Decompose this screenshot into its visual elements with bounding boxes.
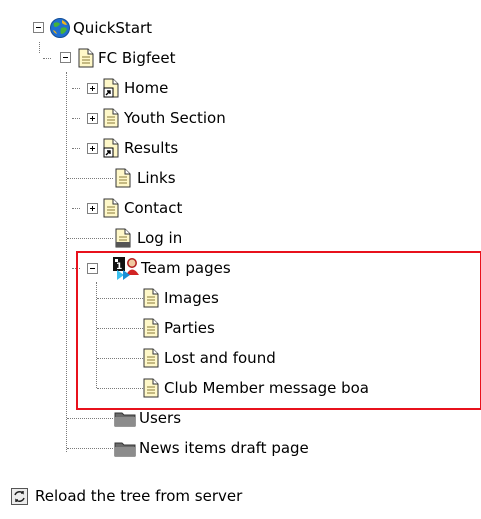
- globe-icon: [50, 18, 70, 38]
- page-icon: [115, 168, 131, 188]
- expand-toggle[interactable]: [87, 203, 98, 214]
- tree-node-youth-section[interactable]: Youth Section: [0, 107, 300, 129]
- page-shortcut-icon: [103, 78, 119, 98]
- tree-node-label: Results: [124, 139, 179, 157]
- reload-icon: [11, 488, 28, 505]
- tree-node-label: Youth Section: [124, 109, 226, 127]
- tree-node-log-in[interactable]: Log in: [0, 227, 240, 249]
- page-tree: QuickStart FC Bigfeet Home Youth Section: [0, 0, 481, 519]
- page-icon: [78, 48, 94, 68]
- page-icon: [115, 228, 131, 248]
- tree-node-results[interactable]: Results: [0, 137, 240, 159]
- tree-node-contact[interactable]: Contact: [0, 197, 240, 219]
- reload-label: Reload the tree from server: [35, 487, 243, 505]
- tree-node-label: News items draft page: [139, 439, 309, 457]
- tree-node-label: FC Bigfeet: [98, 49, 176, 67]
- page-icon: [103, 108, 119, 128]
- tree-node-quickstart[interactable]: QuickStart: [0, 17, 220, 39]
- tree-node-label: Contact: [124, 199, 183, 217]
- expand-toggle[interactable]: [87, 143, 98, 154]
- folder-icon: [114, 442, 136, 457]
- collapse-toggle[interactable]: [60, 52, 71, 63]
- page-icon: [103, 198, 119, 218]
- tree-node-fc-bigfeet[interactable]: FC Bigfeet: [0, 47, 220, 69]
- reload-tree-link[interactable]: Reload the tree from server: [8, 485, 328, 509]
- tree-node-links[interactable]: Links: [0, 167, 240, 189]
- collapse-toggle[interactable]: [33, 22, 44, 33]
- frame-overlap-mask: [110, 409, 190, 412]
- tree-node-news-items-draft-page[interactable]: News items draft page: [0, 437, 320, 459]
- tree-node-label: Home: [124, 79, 169, 97]
- expand-toggle[interactable]: [87, 83, 98, 94]
- tree-node-home[interactable]: Home: [0, 77, 240, 99]
- tree-node-label: QuickStart: [73, 19, 153, 37]
- expand-toggle[interactable]: [87, 113, 98, 124]
- highlight-frame: [76, 251, 481, 410]
- tree-node-label: Links: [137, 169, 176, 187]
- page-shortcut-icon: [103, 138, 119, 158]
- tree-node-label: Log in: [137, 229, 183, 247]
